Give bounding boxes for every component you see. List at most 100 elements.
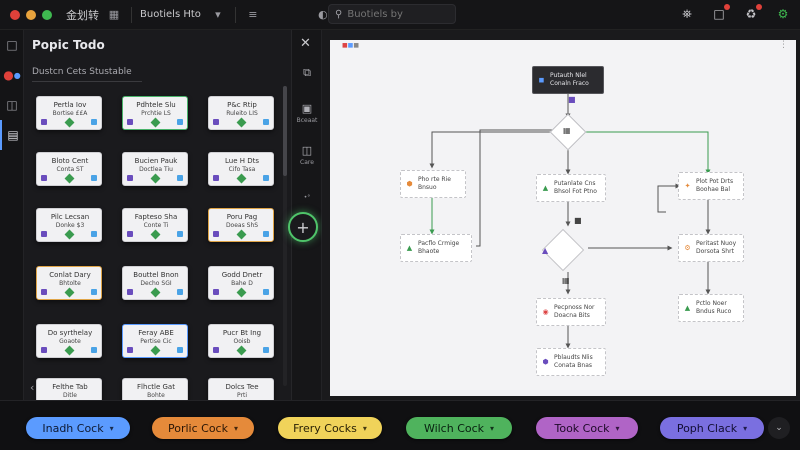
node-card[interactable]: Poru Pag Doeas ShS bbox=[208, 208, 274, 242]
action-button-label: Took Cock bbox=[554, 421, 610, 435]
strip-tool-more[interactable]: •° bbox=[295, 194, 319, 201]
node-title: Putauth Nlel bbox=[550, 72, 587, 79]
card-title: Flhctle Gat bbox=[137, 383, 175, 391]
action-button-6[interactable]: Poph Clack ▾ bbox=[660, 417, 764, 439]
node-card[interactable]: Lue H Dts Cifo Tasa bbox=[208, 152, 274, 186]
panel-scrollbar[interactable] bbox=[283, 86, 287, 386]
shield-icon[interactable]: ⛯ bbox=[678, 5, 696, 23]
search-input[interactable] bbox=[347, 8, 448, 20]
node-card[interactable]: Pdhtele Slu Prchtie LS bbox=[122, 96, 188, 130]
flow-node-mid-2[interactable]: ◉ Pecpnoss Nor Doacna Bits bbox=[536, 298, 606, 326]
card-port-icon[interactable] bbox=[236, 345, 247, 356]
action-button-2[interactable]: Porlic Cock ▾ bbox=[152, 417, 254, 439]
close-window-button[interactable] bbox=[10, 9, 20, 20]
more-chevron-icon[interactable]: ⌄ bbox=[768, 417, 790, 439]
chevron-down-icon[interactable]: ▾ bbox=[209, 6, 227, 24]
node-title: Pblaudts Nlis bbox=[554, 354, 593, 361]
card-type-icon bbox=[127, 289, 133, 295]
card-port-icon[interactable] bbox=[150, 229, 161, 240]
minimize-window-button[interactable] bbox=[26, 9, 36, 20]
strip-tool-insert[interactable]: ▣ Bceaat bbox=[295, 102, 319, 124]
library-icon[interactable]: ▤ bbox=[0, 120, 24, 150]
flow-node-left-2[interactable]: ▲ Pacflo Crmige Bhaote bbox=[400, 234, 472, 262]
card-port-icon[interactable] bbox=[64, 117, 75, 128]
chevron-down-icon[interactable]: ▾ bbox=[490, 424, 494, 433]
card-type-icon bbox=[127, 347, 133, 353]
app-menu-title[interactable]: 金划转 bbox=[66, 7, 99, 23]
flow-canvas[interactable]: ■■■ ⋮ ◼ Putauth Nlel Conaln Fraco ■ ▦ ⬢ … bbox=[330, 40, 796, 396]
action-button-label: Wilch Cock bbox=[423, 421, 485, 435]
node-card[interactable]: Conlat Dary Bhtolte bbox=[36, 266, 102, 300]
action-button-1[interactable]: Inadh Cock ▾ bbox=[26, 417, 130, 439]
note-icon[interactable]: □ bbox=[710, 4, 730, 23]
notification-badge bbox=[724, 4, 730, 10]
apps-icon[interactable]: ● ● bbox=[0, 60, 24, 90]
node-card[interactable]: Bucien Pauk Doctlea Tiu bbox=[122, 152, 188, 186]
flow-node-start[interactable]: ◼ Putauth Nlel Conaln Fraco bbox=[532, 66, 604, 94]
flow-node-mid-1[interactable]: ▲ Putanlate Cns Bhsol Fot Ptno bbox=[536, 174, 606, 202]
bookmark-icon[interactable]: ◫ bbox=[0, 90, 24, 120]
notification-badge-2 bbox=[756, 4, 762, 10]
scroll-thumb[interactable] bbox=[283, 86, 287, 176]
node-card[interactable]: P&c Rtip Ruleito LIS bbox=[208, 96, 274, 130]
maximize-window-button[interactable] bbox=[42, 9, 52, 20]
card-port-icon[interactable] bbox=[236, 229, 247, 240]
card-title: Poru Pag bbox=[226, 213, 258, 221]
chevron-down-icon[interactable]: ▾ bbox=[234, 424, 238, 433]
card-port-icon[interactable] bbox=[150, 117, 161, 128]
chevron-down-icon[interactable]: ▾ bbox=[616, 424, 620, 433]
layout-icon[interactable]: □ bbox=[0, 30, 24, 60]
active-tab[interactable]: Buotiels Hto bbox=[140, 9, 201, 20]
chevron-down-icon[interactable]: ▾ bbox=[363, 424, 367, 433]
add-node-button[interactable]: + bbox=[288, 212, 318, 242]
card-port-icon[interactable] bbox=[64, 229, 75, 240]
strip-tool-code[interactable]: ◫ Care bbox=[295, 144, 319, 166]
flow-node-right-1[interactable]: ✦ Plot Pot Drts Boohae Bal bbox=[678, 172, 744, 200]
action-button-label: Porlic Cock bbox=[168, 421, 228, 435]
chevron-down-icon[interactable]: ▾ bbox=[743, 424, 747, 433]
sliders-icon[interactable]: ≡ bbox=[244, 6, 262, 24]
strip-tool-copy[interactable]: ⧉ bbox=[295, 66, 319, 82]
node-card[interactable]: Bouttel Bnon Decho SGI bbox=[122, 266, 188, 300]
action-button-4[interactable]: Wilch Cock ▾ bbox=[406, 417, 512, 439]
card-subtitle: Ooisb bbox=[233, 338, 251, 345]
node-card[interactable]: Godd Dnetr Bahe D bbox=[208, 266, 274, 300]
grid-icon[interactable]: ▦ bbox=[105, 6, 123, 24]
card-port-icon[interactable] bbox=[236, 173, 247, 184]
flow-node-left-1[interactable]: ⬢ Pho rte Rie Bnsuo bbox=[400, 170, 466, 198]
node-card[interactable]: Pucr Bt Ing Ooisb bbox=[208, 324, 274, 358]
card-port-icon[interactable] bbox=[150, 173, 161, 184]
card-status-icon bbox=[177, 347, 183, 353]
card-port-icon[interactable] bbox=[236, 117, 247, 128]
card-port-icon[interactable] bbox=[64, 173, 75, 184]
card-type-icon bbox=[213, 289, 219, 295]
node-card[interactable]: Bloto Cent Conta ST bbox=[36, 152, 102, 186]
node-card[interactable]: Pertla Iov Bortise ££A bbox=[36, 96, 102, 130]
card-port-icon[interactable] bbox=[150, 345, 161, 356]
node-card[interactable]: Pilc Lecsan Donke $3 bbox=[36, 208, 102, 242]
close-icon[interactable]: ✕ bbox=[300, 36, 311, 51]
node-title: Putanlate Cns bbox=[554, 180, 596, 187]
card-port-icon[interactable] bbox=[64, 287, 75, 298]
card-port-icon[interactable] bbox=[150, 287, 161, 298]
flow-node-mid-3[interactable]: ⬢ Pblaudts Nlis Conata Bnas bbox=[536, 348, 606, 376]
gear-icon: ⚙ bbox=[684, 244, 691, 252]
node-card[interactable]: Fapteso Sha Conte Ti bbox=[122, 208, 188, 242]
panel-filter-tab[interactable]: Dustcn Cets Stustable bbox=[32, 62, 142, 82]
flow-node-right-3[interactable]: ▲ Pctlo Noer Bndus Ruco bbox=[678, 294, 744, 322]
flow-node-right-2[interactable]: ⚙ Peritast Nuoy Dorsota Shrt bbox=[678, 234, 744, 262]
card-port-icon[interactable] bbox=[236, 287, 247, 298]
edge-right-loop bbox=[657, 183, 681, 213]
gear-icon[interactable]: ⚙ bbox=[774, 5, 792, 23]
action-button-5[interactable]: Took Cock ▾ bbox=[536, 417, 638, 439]
card-port-icon[interactable] bbox=[64, 345, 75, 356]
node-card[interactable]: Do syrthelay Goaote bbox=[36, 324, 102, 358]
canvas-area: ■■■ ⋮ ◼ Putauth Nlel Conaln Fraco ■ ▦ ⬢ … bbox=[322, 30, 800, 400]
chevron-down-icon[interactable]: ▾ bbox=[110, 424, 114, 433]
search-box[interactable]: ⚲ bbox=[328, 4, 456, 24]
recycle-icon[interactable]: ♻ bbox=[742, 4, 762, 23]
collapse-panel-icon[interactable]: ‹ bbox=[30, 381, 34, 394]
flag-icon: ■ bbox=[568, 95, 576, 104]
node-card[interactable]: Feray ABE Pertise Cic bbox=[122, 324, 188, 358]
action-button-3[interactable]: Frery Cocks ▾ bbox=[278, 417, 382, 439]
